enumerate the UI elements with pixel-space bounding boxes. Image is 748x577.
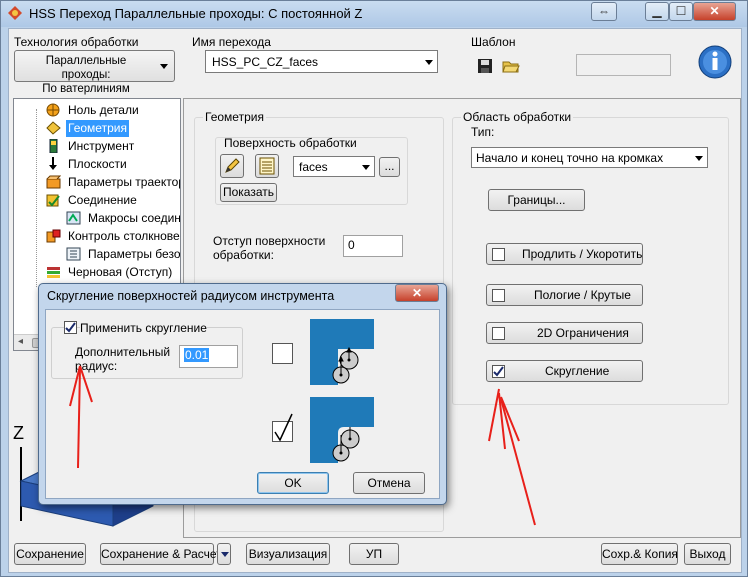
tech-combo[interactable]: Параллельные проходы: По ватерлиниям bbox=[14, 50, 175, 95]
origin-icon bbox=[46, 103, 60, 117]
cancel-button[interactable]: Отмена bbox=[353, 472, 425, 494]
toolpath-params-icon bbox=[46, 175, 61, 189]
show-button[interactable]: Показать bbox=[220, 183, 277, 202]
2d-limits-button[interactable]: 2D Ограничения bbox=[486, 322, 643, 344]
offset-input[interactable]: 0 bbox=[343, 235, 403, 257]
offset-label-2: обработки: bbox=[213, 248, 274, 262]
checkmark-icon bbox=[274, 413, 293, 442]
save-button[interactable]: Сохранение bbox=[14, 543, 86, 565]
apply-checkbox[interactable] bbox=[64, 321, 77, 334]
visualize-button[interactable]: Визуализация bbox=[246, 543, 330, 565]
tree-dotted-line bbox=[36, 109, 37, 287]
apply-label: Применить скругление bbox=[80, 321, 207, 335]
radius-label-1: Дополнительный bbox=[75, 345, 171, 359]
link-icon bbox=[46, 194, 60, 207]
name-value: HSS_PC_CZ_faces bbox=[212, 55, 319, 69]
radius-input[interactable]: 0.01 bbox=[179, 345, 238, 368]
rough-icon bbox=[47, 267, 60, 278]
info-icon[interactable] bbox=[697, 44, 733, 80]
name-label: Имя перехода bbox=[192, 35, 271, 49]
save-calc-button[interactable]: Сохранение & Расчет bbox=[100, 543, 222, 565]
dialog-client: Применить скругление Дополнительный ради… bbox=[45, 309, 440, 499]
red-annotation-arrow bbox=[69, 365, 93, 469]
chevron-down-icon bbox=[425, 59, 433, 65]
area-title: Область обработки bbox=[461, 110, 574, 124]
chevron-down-icon bbox=[695, 155, 703, 161]
macro-icon bbox=[66, 211, 81, 225]
surface-value: faces bbox=[299, 160, 328, 174]
red-annotation-arrow bbox=[488, 388, 536, 526]
geometry-icon bbox=[46, 121, 61, 135]
surface-combo[interactable]: faces bbox=[293, 156, 375, 177]
save-icon[interactable] bbox=[477, 58, 493, 74]
name-combo[interactable]: HSS_PC_CZ_faces bbox=[205, 50, 438, 73]
tool-icon bbox=[49, 139, 58, 153]
pick-surface-button[interactable] bbox=[220, 154, 244, 178]
unrounded-corner-icon bbox=[310, 319, 374, 385]
title-bar: HSS Переход Параллельные проходы: С пост… bbox=[1, 1, 747, 27]
template-field[interactable] bbox=[576, 54, 671, 76]
type-value: Начало и конец точно на кромках bbox=[476, 151, 664, 165]
chevron-down-icon bbox=[160, 64, 168, 69]
dialog-close-button[interactable]: ✕ bbox=[395, 284, 439, 302]
type-combo[interactable]: Начало и конец точно на кромках bbox=[471, 147, 708, 168]
rounding-checkbox[interactable] bbox=[492, 365, 505, 378]
chevron-down-icon bbox=[221, 552, 229, 557]
option-rounded-box bbox=[272, 413, 293, 442]
scroll-left-icon[interactable]: ◂ bbox=[18, 336, 23, 347]
tech-label: Технология обработки bbox=[14, 35, 139, 49]
rounded-corner-icon bbox=[310, 397, 374, 463]
main-window: HSS Переход Параллельные проходы: С пост… bbox=[0, 0, 748, 577]
template-label: Шаблон bbox=[471, 35, 516, 49]
rounding-dialog: Скругление поверхностей радиусом инструм… bbox=[38, 283, 447, 505]
bounds-button[interactable]: Границы... bbox=[488, 189, 585, 211]
shallow-steep-button[interactable]: Пологие / Крутые bbox=[486, 284, 643, 306]
ok-button[interactable]: OK bbox=[257, 472, 329, 494]
option-unrounded-box bbox=[272, 343, 293, 364]
minimize-button[interactable]: ▁ bbox=[645, 2, 669, 21]
nc-button[interactable]: УП bbox=[349, 543, 399, 565]
collision-icon bbox=[46, 229, 61, 243]
surface-list-button[interactable] bbox=[255, 154, 279, 178]
tech-value-line1: Параллельные проходы: bbox=[45, 55, 127, 81]
extend-trim-checkbox[interactable] bbox=[492, 248, 505, 261]
tech-value-line2: По ватерлиниям bbox=[42, 83, 130, 95]
checkmark-icon bbox=[65, 322, 76, 333]
extend-trim-button[interactable]: Продлить / Укоротить bbox=[486, 243, 643, 265]
safety-params-icon bbox=[66, 247, 81, 261]
save-copy-button[interactable]: Сохр.& Копия bbox=[601, 543, 678, 565]
planes-icon bbox=[49, 157, 57, 170]
browse-button[interactable]: ... bbox=[379, 157, 400, 177]
pencil-icon bbox=[225, 158, 240, 173]
list-icon bbox=[259, 157, 275, 175]
maximize-button[interactable]: ☐ bbox=[669, 2, 693, 21]
surface-label: Поверхность обработки bbox=[224, 136, 357, 150]
save-calc-dropdown[interactable] bbox=[217, 543, 231, 565]
checkmark-icon bbox=[493, 366, 504, 377]
chevron-down-icon bbox=[362, 164, 370, 170]
radius-value: 0.01 bbox=[184, 348, 210, 362]
dialog-title: Скругление поверхностей радиусом инструм… bbox=[47, 289, 335, 303]
open-folder-icon[interactable] bbox=[502, 58, 520, 74]
window-title: HSS Переход Параллельные проходы: С пост… bbox=[29, 6, 363, 21]
close-button[interactable]: ✕ bbox=[693, 2, 736, 21]
shallow-steep-checkbox[interactable] bbox=[492, 289, 505, 302]
type-label: Тип: bbox=[471, 125, 495, 139]
app-icon bbox=[8, 6, 22, 20]
restore-icon[interactable]: ⇔ bbox=[591, 2, 617, 21]
2d-limits-checkbox[interactable] bbox=[492, 327, 505, 340]
offset-label-1: Отступ поверхности bbox=[213, 234, 326, 248]
geometry-title: Геометрия bbox=[203, 110, 266, 124]
exit-button[interactable]: Выход bbox=[684, 543, 731, 565]
